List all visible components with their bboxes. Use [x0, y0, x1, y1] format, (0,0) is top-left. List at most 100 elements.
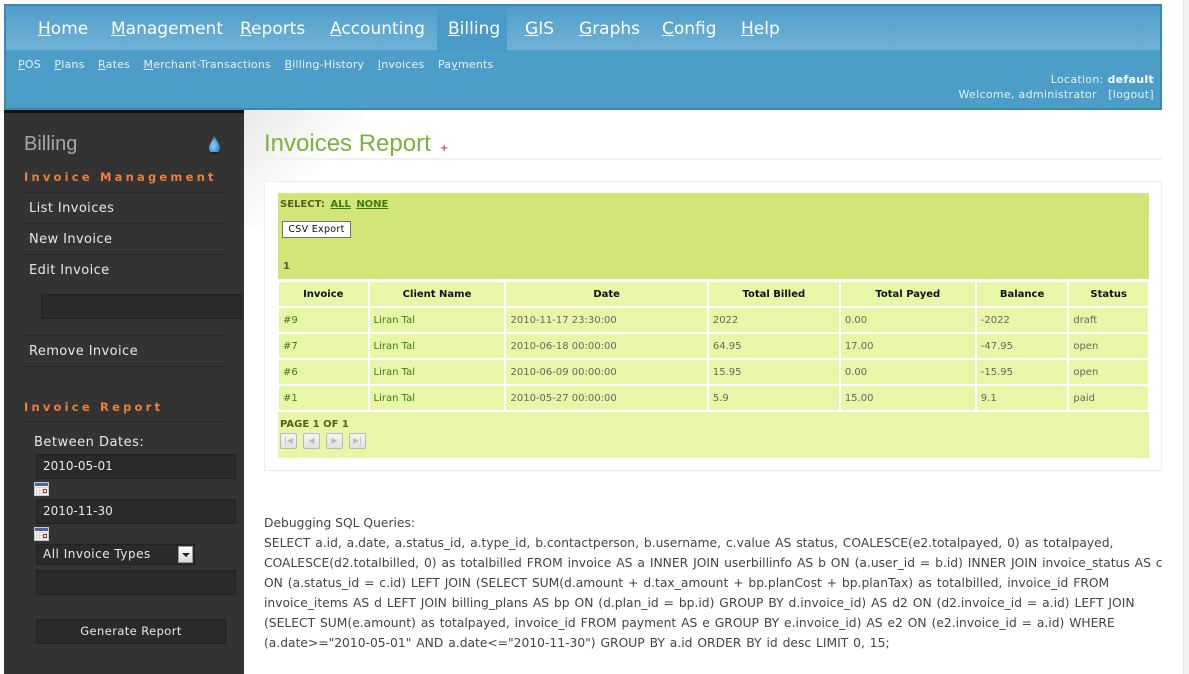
column-header-invoice[interactable]: Invoice — [279, 282, 368, 306]
cell-total-payed: 17.00 — [840, 334, 975, 358]
pager-text: PAGE 1 OF 1 — [280, 419, 349, 430]
table-row[interactable]: #7 Liran Tal 2010-06-18 00:00:00 64.95 17.00… — [279, 334, 1148, 358]
nav-config[interactable]: Config — [651, 6, 728, 50]
debug-sql: Debugging SQL Queries: SELECT a.id, a.da… — [264, 513, 1164, 653]
subnav-invoices[interactable]: Invoices — [378, 58, 425, 71]
water-drop-icon — [209, 136, 220, 154]
calendar-icon[interactable] — [34, 482, 49, 496]
pager: PAGE 1 OF 1 |◀ ◀ ▶ ▶| — [278, 412, 1149, 458]
welcome-line: Welcome, administrator [logout] — [959, 87, 1154, 102]
column-header-total-billed[interactable]: Total Billed — [708, 282, 839, 306]
subnav-payments[interactable]: Payments — [438, 58, 494, 71]
end-date-input[interactable]: 2010-11-30 — [36, 499, 236, 524]
logout-link[interactable]: [logout] — [1108, 88, 1154, 101]
user-info: Location: default Welcome, administrator… — [959, 72, 1154, 102]
nav-graphs[interactable]: Graphs — [568, 6, 651, 50]
subnav-pos[interactable]: POS — [18, 58, 41, 71]
title-marker: + — [440, 143, 449, 154]
cell-total-billed: 15.95 — [708, 360, 839, 384]
previous-page-icon[interactable]: ◀ — [303, 433, 320, 449]
cell-balance: -2022 — [976, 308, 1068, 332]
sidebar-item-new-invoice[interactable]: New Invoice — [24, 224, 224, 255]
cell-date: 2010-11-17 23:30:00 — [506, 308, 707, 332]
cell-client-name[interactable]: Liran Tal — [369, 334, 505, 358]
next-page-icon[interactable]: ▶ — [326, 433, 343, 449]
cell-invoice[interactable]: #7 — [279, 334, 368, 358]
column-header-total-payed[interactable]: Total Payed — [840, 282, 975, 306]
table-header-row: Invoice Client Name Date Total Billed Total … — [279, 282, 1148, 306]
select-label: SELECT: — [280, 199, 325, 210]
cell-date: 2010-05-27 00:00:00 — [506, 386, 707, 410]
select-controls: SELECT: ALL NONE — [280, 199, 388, 210]
cell-client-name[interactable]: Liran Tal — [369, 386, 505, 410]
sidebar-item-edit-invoice[interactable]: Edit Invoice — [24, 255, 224, 286]
first-page-icon[interactable]: |◀ — [280, 433, 297, 449]
page-count: 1 — [283, 261, 290, 272]
subnav-plans[interactable]: Plans — [54, 58, 84, 71]
last-page-icon[interactable]: ▶| — [349, 433, 366, 449]
location-label: Location: — [1050, 73, 1104, 86]
top-nav: Home Management Reports Accounting Billi… — [6, 6, 1160, 50]
cell-balance: 9.1 — [976, 386, 1068, 410]
debug-sql-text: SELECT a.id, a.date, a.status_id, a.type… — [264, 536, 1163, 650]
nav-home[interactable]: Home — [27, 6, 99, 50]
chevron-down-icon[interactable] — [178, 546, 193, 563]
invoice-type-select[interactable]: All Invoice Types — [36, 544, 195, 565]
calendar-icon[interactable] — [34, 527, 49, 541]
cell-total-payed: 0.00 — [840, 360, 975, 384]
debug-heading: Debugging SQL Queries: — [264, 516, 416, 530]
section-invoice-report: Invoice Report — [24, 400, 164, 414]
nav-accounting[interactable]: Accounting — [319, 6, 436, 50]
generate-report-button[interactable]: Generate Report — [36, 619, 226, 644]
select-all-link[interactable]: ALL — [330, 199, 350, 210]
cell-total-payed: 15.00 — [840, 386, 975, 410]
cell-balance: -15.95 — [976, 360, 1068, 384]
cell-status: open — [1069, 360, 1148, 384]
column-header-status[interactable]: Status — [1069, 282, 1148, 306]
cell-total-billed: 5.9 — [708, 386, 839, 410]
edit-invoice-input[interactable] — [41, 294, 242, 319]
report-extra-input[interactable] — [36, 570, 236, 595]
cell-invoice[interactable]: #1 — [279, 386, 368, 410]
start-date-input[interactable]: 2010-05-01 — [36, 454, 236, 479]
cell-client-name[interactable]: Liran Tal — [369, 308, 505, 332]
report-toolbar — [278, 193, 1149, 279]
cell-client-name[interactable]: Liran Tal — [369, 360, 505, 384]
cell-total-billed: 2022 — [708, 308, 839, 332]
page-title: Invoices Report — [264, 130, 431, 157]
table-row[interactable]: #6 Liran Tal 2010-06-09 00:00:00 15.95 0.00-… — [279, 360, 1148, 384]
cell-invoice[interactable]: #9 — [279, 308, 368, 332]
nav-gis[interactable]: GIS — [514, 6, 565, 50]
sidebar-item-list-invoices[interactable]: List Invoices — [24, 193, 224, 224]
location-value: default — [1107, 73, 1154, 86]
select-none-link[interactable]: NONE — [356, 199, 388, 210]
nav-help[interactable]: Help — [730, 6, 791, 50]
cell-balance: -47.95 — [976, 334, 1068, 358]
invoices-table: Invoice Client Name Date Total Billed Total … — [277, 280, 1150, 412]
subnav-billing-history[interactable]: Billing-History — [284, 58, 364, 71]
column-header-balance[interactable]: Balance — [976, 282, 1068, 306]
invoice-type-selected: All Invoice Types — [43, 547, 151, 561]
nav-management[interactable]: Management — [100, 6, 234, 50]
cell-status: open — [1069, 334, 1148, 358]
cell-total-billed: 64.95 — [708, 334, 839, 358]
nav-home-rest: ome — [50, 19, 89, 39]
csv-export-button[interactable]: CSV Export — [282, 221, 351, 238]
column-header-client-name[interactable]: Client Name — [369, 282, 505, 306]
subnav-merchant-transactions[interactable]: Merchant-Transactions — [144, 58, 271, 71]
sidebar-item-remove-invoice[interactable]: Remove Invoice — [24, 336, 224, 367]
nav-billing[interactable]: Billing — [437, 6, 507, 50]
column-header-date[interactable]: Date — [506, 282, 707, 306]
cell-invoice[interactable]: #6 — [279, 360, 368, 384]
header: Home Management Reports Accounting Billi… — [4, 4, 1162, 110]
table-row[interactable]: #9 Liran Tal 2010-11-17 23:30:00 2022 0.00 -2… — [279, 308, 1148, 332]
nav-reports[interactable]: Reports — [229, 6, 316, 50]
subnav-rates[interactable]: Rates — [98, 58, 130, 71]
between-dates-label: Between Dates: — [34, 435, 145, 450]
sub-nav: POS Plans Rates Merchant-Transactions Bi… — [18, 58, 503, 71]
divider — [24, 421, 224, 422]
table-row[interactable]: #1 Liran Tal 2010-05-27 00:00:00 5.9 15.00 9.… — [279, 386, 1148, 410]
page-scrollbar[interactable] — [1183, 0, 1189, 674]
welcome-text: Welcome, administrator — [958, 88, 1097, 101]
cell-status: paid — [1069, 386, 1148, 410]
